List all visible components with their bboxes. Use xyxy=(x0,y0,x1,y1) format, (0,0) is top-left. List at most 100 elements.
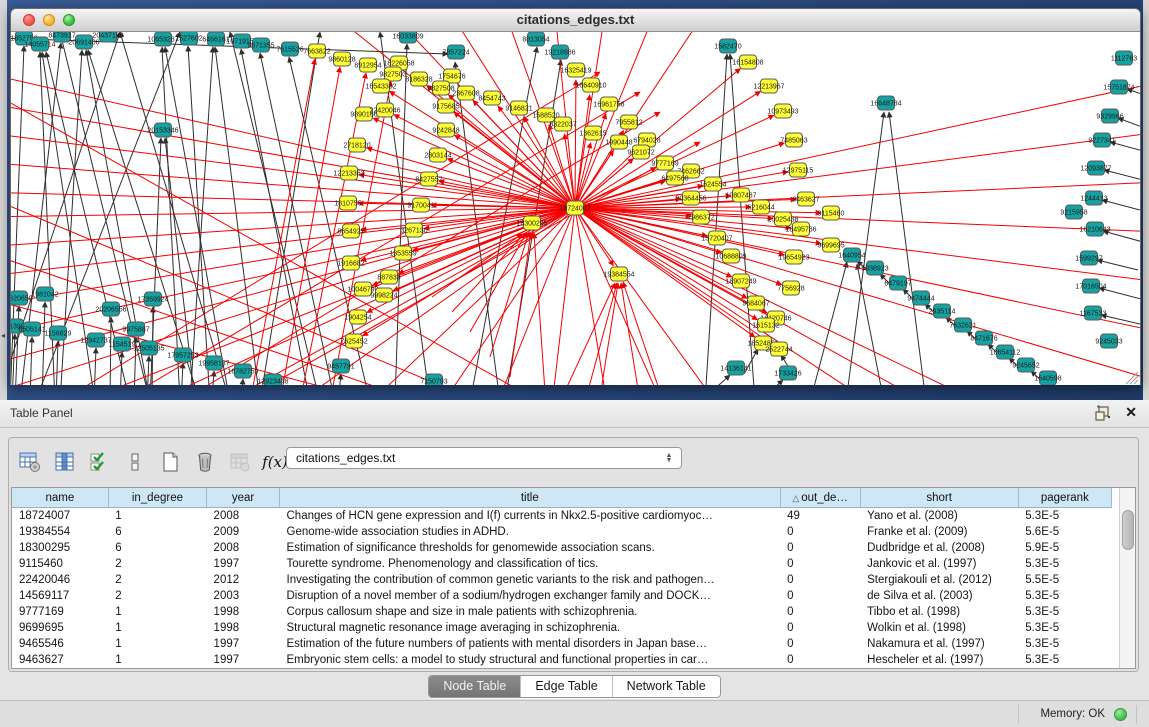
close-panel-icon[interactable]: ✕ xyxy=(1125,404,1137,421)
network-node[interactable]: 19218986 xyxy=(544,45,575,59)
table-cell[interactable]: Wolkin et al. (1998) xyxy=(860,620,1018,636)
network-node[interactable]: 15720407 xyxy=(701,231,732,245)
network-node[interactable]: 15751874 xyxy=(1103,80,1134,94)
table-cell[interactable]: Estimation of the future numbers of pati… xyxy=(280,636,781,652)
table-row[interactable]: 1830029562008Estimation of significance … xyxy=(12,540,1112,556)
table-cell[interactable]: 2 xyxy=(108,572,206,588)
table-cell[interactable]: Disruption of a novel member of a sodium… xyxy=(280,588,781,604)
network-node[interactable]: 1733426 xyxy=(774,366,801,380)
network-node[interactable]: 9245033 xyxy=(1095,334,1122,348)
table-cell[interactable]: 5.3E-5 xyxy=(1018,636,1111,652)
network-node[interactable]: 1981042 xyxy=(31,287,58,301)
table-cell[interactable]: 1 xyxy=(108,508,206,525)
table-cell[interactable]: 49 xyxy=(780,508,860,525)
table-cell[interactable]: 1997 xyxy=(207,556,280,572)
network-node[interactable]: 2803144 xyxy=(424,148,451,162)
table-cell[interactable]: Dudbridge et al. (2008) xyxy=(860,540,1018,556)
table-cell[interactable]: 0 xyxy=(780,652,860,668)
function-builder-icon[interactable]: f(x) xyxy=(262,448,288,476)
network-node[interactable]: 8912954 xyxy=(354,58,381,72)
table-cell[interactable]: 9463627 xyxy=(12,652,108,668)
network-node[interactable]: 9215958 xyxy=(1060,205,1087,219)
table-cell[interactable]: 22420046 xyxy=(12,572,108,588)
network-node[interactable]: 2367608 xyxy=(452,86,479,100)
network-node[interactable]: 20206556 xyxy=(95,302,126,316)
tab-network-table[interactable]: Network Table xyxy=(613,676,720,697)
network-node[interactable]: 16648784 xyxy=(870,96,901,110)
column-header-pagerank[interactable]: pagerank xyxy=(1018,488,1111,508)
table-cell[interactable]: 2008 xyxy=(207,508,280,525)
network-node[interactable]: 12975115 xyxy=(783,163,814,177)
network-node[interactable]: 7955812 xyxy=(615,115,642,129)
table-cell[interactable]: 5.3E-5 xyxy=(1018,556,1111,572)
float-panel-icon[interactable] xyxy=(1095,405,1111,421)
column-header-title[interactable]: title xyxy=(280,488,781,508)
network-node[interactable]: 16154808 xyxy=(732,55,763,69)
table-row[interactable]: 946554611997Estimation of the future num… xyxy=(12,636,1112,652)
table-cell[interactable]: Genome-wide association studies in ADHD. xyxy=(280,524,781,540)
table-cell[interactable]: 5.5E-5 xyxy=(1018,572,1111,588)
table-cell[interactable]: 2009 xyxy=(207,524,280,540)
minimize-window-icon[interactable] xyxy=(43,14,55,26)
network-node[interactable]: 12213967 xyxy=(753,79,784,93)
table-cell[interactable]: 5.6E-5 xyxy=(1018,524,1111,540)
table-row[interactable]: 1938455462009Genome-wide association stu… xyxy=(12,524,1112,540)
table-row[interactable]: 2242004622012Investigating the contribut… xyxy=(12,572,1112,588)
table-scrollbar-thumb[interactable] xyxy=(1122,510,1134,550)
network-node[interactable]: 8813054 xyxy=(522,32,549,46)
column-header-name[interactable]: name xyxy=(12,488,108,508)
table-scrollbar[interactable] xyxy=(1119,488,1135,668)
network-node[interactable]: 7986372 xyxy=(687,210,714,224)
table-cell[interactable]: 19384554 xyxy=(12,524,108,540)
network-node[interactable]: 19958187 xyxy=(198,356,229,370)
network-node[interactable]: 9227341 xyxy=(1088,133,1115,147)
table-cell[interactable]: Tourette syndrome. Phenomenology and cla… xyxy=(280,556,781,572)
table-cell[interactable]: 5.3E-5 xyxy=(1018,652,1111,668)
table-cell[interactable]: 18724007 xyxy=(12,508,108,525)
network-node[interactable]: 9245652 xyxy=(1012,358,1039,372)
table-cell[interactable]: 1997 xyxy=(207,652,280,668)
network-node[interactable]: 1640954 xyxy=(838,248,865,262)
network-node[interactable]: 1582470 xyxy=(714,39,741,53)
network-node[interactable]: 9860128 xyxy=(328,52,355,66)
table-row[interactable]: 969969511998Structural magnetic resonanc… xyxy=(12,620,1112,636)
table-cell[interactable]: 2 xyxy=(108,556,206,572)
table-row[interactable]: 977716911998Corpus callosum shape and si… xyxy=(12,604,1112,620)
network-node[interactable]: 16640910 xyxy=(575,78,606,92)
table-cell[interactable]: 1998 xyxy=(207,604,280,620)
show-columns-icon[interactable] xyxy=(52,448,78,476)
table-cell[interactable]: 2012 xyxy=(207,572,280,588)
network-node[interactable]: 1156829 xyxy=(45,326,72,340)
table-cell[interactable]: 1997 xyxy=(207,636,280,652)
network-node[interactable]: 8471676 xyxy=(970,331,997,345)
table-cell[interactable]: Stergiakouli et al. (2012) xyxy=(860,572,1018,588)
create-table-icon[interactable] xyxy=(157,448,183,476)
delete-table-icon[interactable] xyxy=(192,448,218,476)
table-cell[interactable]: Tibbo et al. (1998) xyxy=(860,604,1018,620)
table-cell[interactable]: 0 xyxy=(780,572,860,588)
network-node[interactable]: 9474444 xyxy=(907,291,934,305)
network-canvas[interactable]: 1852759140557148473917206914062043719010… xyxy=(11,32,1140,385)
column-header-year[interactable]: year xyxy=(207,488,280,508)
table-cell[interactable]: 2 xyxy=(108,588,206,604)
table-cell[interactable]: 0 xyxy=(780,604,860,620)
table-cell[interactable]: 0 xyxy=(780,556,860,572)
table-cell[interactable]: 18300295 xyxy=(12,540,108,556)
table-cell[interactable]: 1 xyxy=(108,604,206,620)
network-node[interactable]: 16033809 xyxy=(392,32,423,43)
network-node[interactable]: 16210643 xyxy=(1079,222,1110,236)
close-window-icon[interactable] xyxy=(23,14,35,26)
table-cell[interactable]: 5.3E-5 xyxy=(1018,604,1111,620)
table-cell[interactable]: 1998 xyxy=(207,620,280,636)
network-node[interactable]: 9457791 xyxy=(327,359,354,373)
table-cell[interactable]: 5.3E-5 xyxy=(1018,508,1111,525)
network-node[interactable]: 14136141 xyxy=(720,361,751,375)
table-cell[interactable]: Corpus callosum shape and size in male p… xyxy=(280,604,781,620)
table-cell[interactable]: Nakamura et al. (1997) xyxy=(860,636,1018,652)
node-table-grid[interactable]: namein_degreeyeartitle△out_de…shortpager… xyxy=(12,488,1112,668)
table-cell[interactable]: 0 xyxy=(780,620,860,636)
table-cell[interactable]: 0 xyxy=(780,524,860,540)
table-cell[interactable]: 5.3E-5 xyxy=(1018,588,1111,604)
table-cell[interactable]: Embryonic stem cells: a model to study s… xyxy=(280,652,781,668)
network-node[interactable]: 17957253 xyxy=(167,348,198,362)
